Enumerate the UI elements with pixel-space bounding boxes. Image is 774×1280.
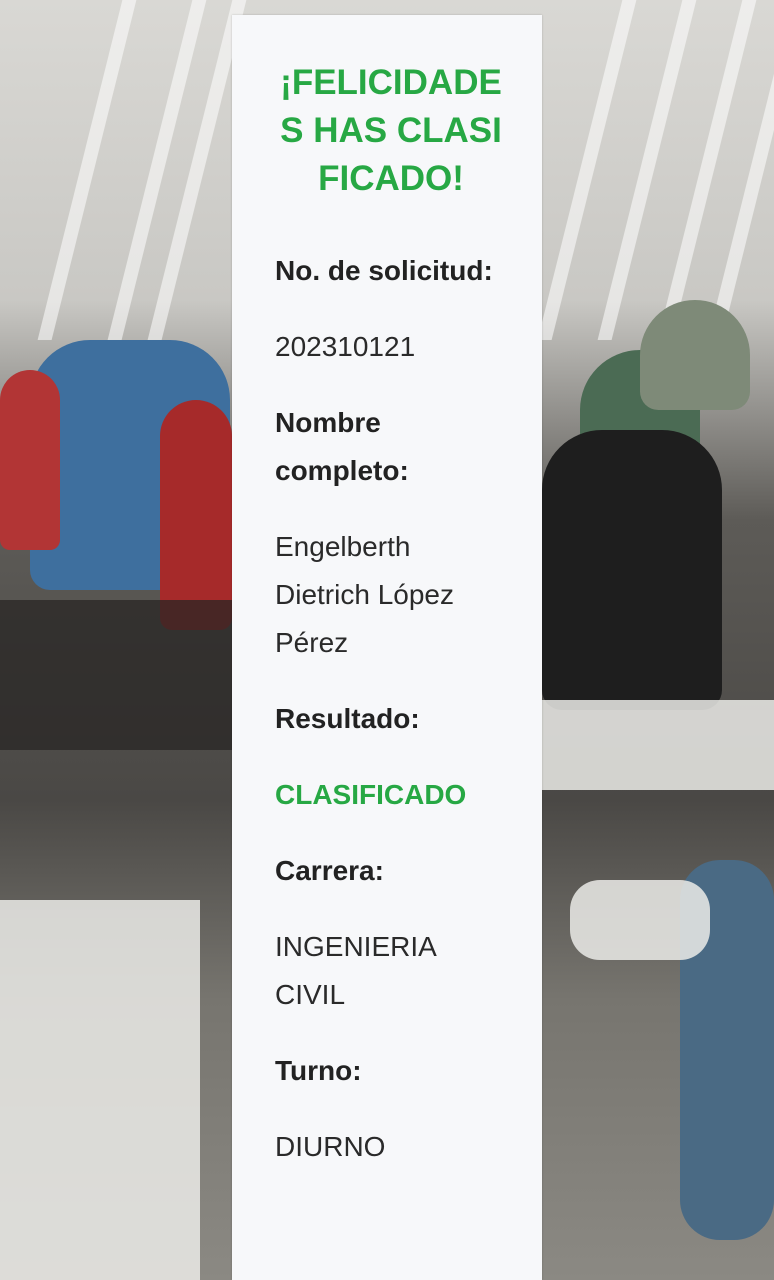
full-name-value: Engelberth Dietrich López Pérez [275,531,454,658]
shift-label: Turno: [275,1055,362,1086]
full-name-label: Nombre completo: [275,407,409,486]
application-number-label: No. de solicitud: [275,255,493,286]
sneaker [570,880,710,960]
desk [542,700,774,790]
career-label: Carrera: [275,855,384,886]
student-figure [542,430,722,710]
desk-shadow [0,600,232,750]
application-number-value: 202310121 [275,331,416,362]
result-label: Resultado: [275,703,420,734]
result-card: ¡FELICIDADES HAS CLASIFICADO! No. de sol… [232,15,542,1280]
student-figure [160,400,232,630]
shift-value: DIURNO [275,1131,386,1162]
desk [0,900,200,1280]
congratulations-title: ¡FELICIDADES HAS CLASIFICADO! [280,63,502,198]
student-figure [640,300,750,410]
result-value: CLASIFICADO [275,779,467,810]
career-value: INGENIERIA CIVIL [275,931,436,1010]
student-figure [0,370,60,550]
